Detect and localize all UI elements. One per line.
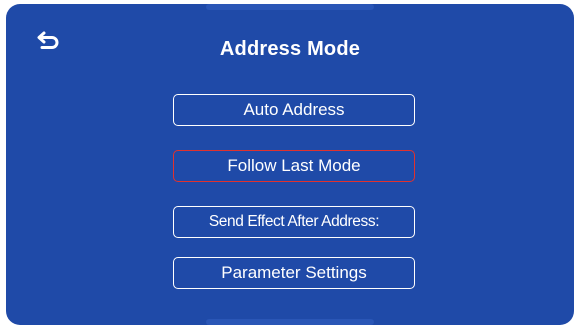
top-bezel-notch <box>206 4 374 10</box>
auto-address-label: Auto Address <box>243 100 345 119</box>
address-mode-screen: Address Mode Auto Address Follow Last Mo… <box>6 4 574 325</box>
follow-last-mode-button[interactable]: Follow Last Mode <box>173 150 415 182</box>
auto-address-button[interactable]: Auto Address <box>173 94 415 126</box>
parameter-settings-button[interactable]: Parameter Settings <box>173 257 415 289</box>
bottom-bezel-notch <box>206 319 374 325</box>
follow-last-mode-label: Follow Last Mode <box>227 156 361 175</box>
send-effect-after-address-button[interactable]: Send Effect After Address: <box>173 206 415 238</box>
send-effect-after-address-label: Send Effect After Address: <box>208 213 380 230</box>
parameter-settings-label: Parameter Settings <box>221 263 367 282</box>
page-title: Address Mode <box>219 38 361 60</box>
